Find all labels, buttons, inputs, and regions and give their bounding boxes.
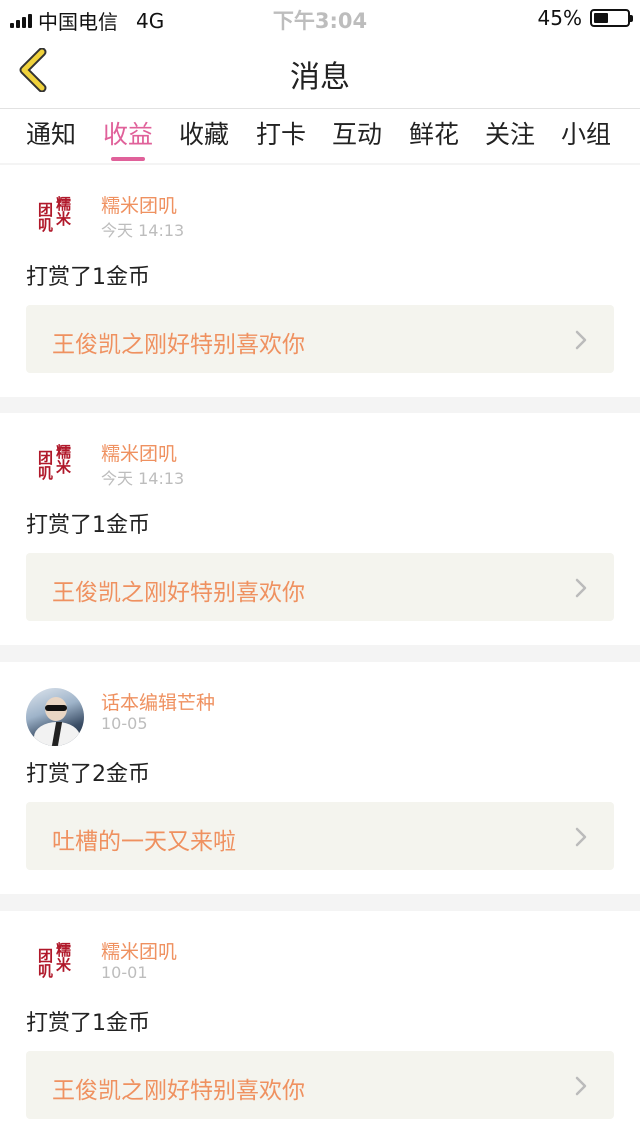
avatar-text: 糯米 (56, 195, 72, 228)
status-right: 45% (537, 6, 633, 30)
timestamp: 10-01 (101, 963, 148, 982)
avatar[interactable]: 团叽 糯米 (26, 937, 84, 995)
username[interactable]: 话本编辑芒种 (101, 688, 215, 715)
tab-label: 收藏 (179, 120, 230, 149)
chevron-right-icon (575, 330, 587, 350)
tab-label: 鲜花 (409, 120, 460, 149)
avatar-text: 糯米 (56, 941, 72, 974)
message-card: 团叽 糯米 糯米团叽 10-01 打赏了1金币 王俊凯之刚好特别喜欢你 (0, 911, 640, 1143)
active-tab-indicator (111, 157, 146, 161)
post-title: 王俊凯之刚好特别喜欢你 (52, 1078, 305, 1104)
tab-earnings[interactable]: 收益 (103, 115, 154, 161)
reward-action: 打赏了1金币 (26, 1011, 150, 1036)
nav-bar: 消息 (0, 34, 640, 109)
chevron-right-icon (575, 1076, 587, 1096)
tab-bar: 通知 收益 收藏 打卡 互动 鲜花 关注 小组 (0, 109, 640, 163)
tab-groups[interactable]: 小组 (561, 115, 611, 151)
avatar[interactable] (26, 688, 84, 746)
tab-following[interactable]: 关注 (485, 115, 535, 151)
avatar-text: 糯米 (56, 443, 72, 476)
tab-label: 通知 (26, 120, 77, 149)
page-title: 消息 (290, 60, 350, 95)
message-card: 话本编辑芒种 10-05 打赏了2金币 吐槽的一天又来啦 (0, 662, 640, 894)
username[interactable]: 糯米团叽 (101, 191, 177, 218)
timestamp: 10-05 (101, 714, 148, 733)
reward-action: 打赏了1金币 (26, 265, 150, 290)
avatar-text: 团叽 (38, 201, 54, 234)
tab-label: 小组 (561, 120, 612, 149)
post-title: 王俊凯之刚好特别喜欢你 (52, 580, 305, 606)
username[interactable]: 糯米团叽 (101, 937, 177, 964)
avatar-text: 团叽 (38, 947, 54, 980)
reward-action: 打赏了1金币 (26, 513, 150, 538)
username[interactable]: 糯米团叽 (101, 439, 177, 466)
post-title: 王俊凯之刚好特别喜欢你 (52, 332, 305, 358)
post-link[interactable]: 吐槽的一天又来啦 (26, 802, 614, 870)
tab-label: 互动 (332, 120, 383, 149)
tab-interactions[interactable]: 互动 (332, 115, 382, 151)
chevron-right-icon (575, 578, 587, 598)
message-card: 团叽 糯米 糯米团叽 今天 14:13 打赏了1金币 王俊凯之刚好特别喜欢你 (0, 413, 640, 645)
tab-label: 收益 (103, 120, 154, 149)
tab-label: 打卡 (256, 120, 307, 149)
tab-checkin[interactable]: 打卡 (256, 115, 306, 151)
battery-icon (590, 9, 633, 27)
reward-action: 打赏了2金币 (26, 762, 150, 787)
post-link[interactable]: 王俊凯之刚好特别喜欢你 (26, 305, 614, 373)
tab-notifications[interactable]: 通知 (26, 115, 76, 151)
avatar[interactable]: 团叽 糯米 (26, 439, 84, 497)
avatar[interactable]: 团叽 糯米 (26, 191, 84, 249)
tab-favorites[interactable]: 收藏 (179, 115, 229, 151)
tab-label: 关注 (485, 120, 536, 149)
battery-percent: 45% (537, 6, 582, 30)
avatar-text: 团叽 (38, 449, 54, 482)
post-link[interactable]: 王俊凯之刚好特别喜欢你 (26, 1051, 614, 1119)
tab-flowers[interactable]: 鲜花 (409, 115, 459, 151)
post-link[interactable]: 王俊凯之刚好特别喜欢你 (26, 553, 614, 621)
status-bar: 中国电信 4G 下午3:04 45% (0, 0, 640, 34)
post-title: 吐槽的一天又来啦 (52, 829, 236, 855)
timestamp: 今天 14:13 (101, 221, 185, 240)
message-card: 团叽 糯米 糯米团叽 今天 14:13 打赏了1金币 王俊凯之刚好特别喜欢你 (0, 165, 640, 397)
timestamp: 今天 14:13 (101, 469, 185, 488)
avatar-figure (45, 705, 67, 711)
chevron-right-icon (575, 827, 587, 847)
